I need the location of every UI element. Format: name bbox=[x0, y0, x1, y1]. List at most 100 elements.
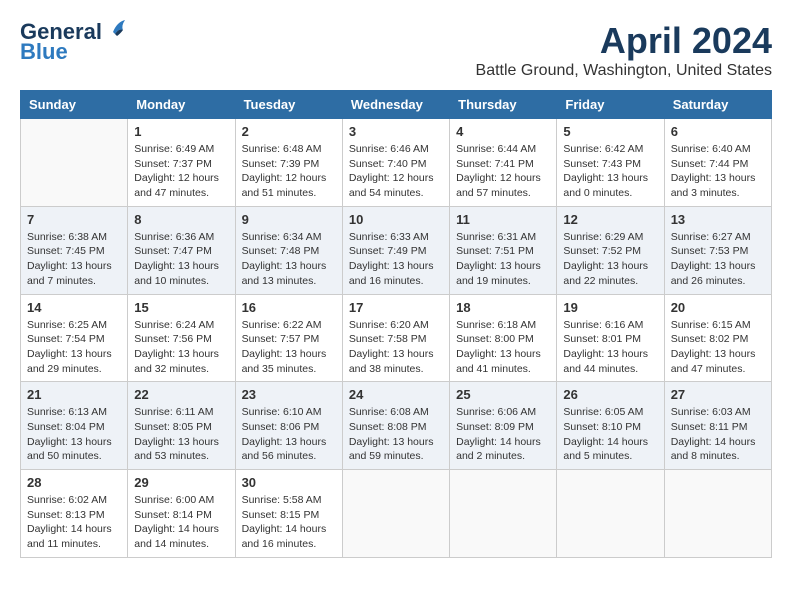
day-info: Sunrise: 6:11 AM Sunset: 8:05 PM Dayligh… bbox=[134, 405, 228, 464]
sunrise-label: Sunrise: 5:58 AM bbox=[242, 494, 322, 506]
daylight-label: Daylight: 13 hours and 59 minutes. bbox=[349, 436, 434, 463]
day-info: Sunrise: 6:08 AM Sunset: 8:08 PM Dayligh… bbox=[349, 405, 443, 464]
day-info: Sunrise: 6:22 AM Sunset: 7:57 PM Dayligh… bbox=[242, 318, 336, 377]
day-info: Sunrise: 6:02 AM Sunset: 8:13 PM Dayligh… bbox=[27, 493, 121, 552]
day-info: Sunrise: 6:49 AM Sunset: 7:37 PM Dayligh… bbox=[134, 142, 228, 201]
calendar-week-row: 21 Sunrise: 6:13 AM Sunset: 8:04 PM Dayl… bbox=[21, 382, 772, 470]
sunset-label: Sunset: 7:39 PM bbox=[242, 158, 320, 170]
day-number: 28 bbox=[27, 475, 121, 490]
sunrise-label: Sunrise: 6:44 AM bbox=[456, 143, 536, 155]
day-number: 25 bbox=[456, 387, 550, 402]
sunrise-label: Sunrise: 6:42 AM bbox=[563, 143, 643, 155]
table-row bbox=[21, 119, 128, 207]
header-tuesday: Tuesday bbox=[235, 91, 342, 119]
sunset-label: Sunset: 7:48 PM bbox=[242, 245, 320, 257]
day-info: Sunrise: 6:33 AM Sunset: 7:49 PM Dayligh… bbox=[349, 230, 443, 289]
day-number: 1 bbox=[134, 124, 228, 139]
day-number: 2 bbox=[242, 124, 336, 139]
table-row: 20 Sunrise: 6:15 AM Sunset: 8:02 PM Dayl… bbox=[664, 294, 771, 382]
day-info: Sunrise: 6:03 AM Sunset: 8:11 PM Dayligh… bbox=[671, 405, 765, 464]
day-number: 21 bbox=[27, 387, 121, 402]
day-number: 14 bbox=[27, 300, 121, 315]
sunrise-label: Sunrise: 6:29 AM bbox=[563, 231, 643, 243]
table-row: 25 Sunrise: 6:06 AM Sunset: 8:09 PM Dayl… bbox=[450, 382, 557, 470]
day-info: Sunrise: 6:24 AM Sunset: 7:56 PM Dayligh… bbox=[134, 318, 228, 377]
table-row: 27 Sunrise: 6:03 AM Sunset: 8:11 PM Dayl… bbox=[664, 382, 771, 470]
day-info: Sunrise: 6:10 AM Sunset: 8:06 PM Dayligh… bbox=[242, 405, 336, 464]
daylight-label: Daylight: 13 hours and 3 minutes. bbox=[671, 172, 756, 199]
day-number: 22 bbox=[134, 387, 228, 402]
day-info: Sunrise: 6:36 AM Sunset: 7:47 PM Dayligh… bbox=[134, 230, 228, 289]
table-row: 1 Sunrise: 6:49 AM Sunset: 7:37 PM Dayli… bbox=[128, 119, 235, 207]
sunset-label: Sunset: 8:09 PM bbox=[456, 421, 534, 433]
day-number: 29 bbox=[134, 475, 228, 490]
sunset-label: Sunset: 7:53 PM bbox=[671, 245, 749, 257]
day-info: Sunrise: 6:05 AM Sunset: 8:10 PM Dayligh… bbox=[563, 405, 657, 464]
sunrise-label: Sunrise: 6:48 AM bbox=[242, 143, 322, 155]
daylight-label: Daylight: 13 hours and 56 minutes. bbox=[242, 436, 327, 463]
sunset-label: Sunset: 7:52 PM bbox=[563, 245, 641, 257]
daylight-label: Daylight: 14 hours and 11 minutes. bbox=[27, 523, 112, 550]
day-info: Sunrise: 6:16 AM Sunset: 8:01 PM Dayligh… bbox=[563, 318, 657, 377]
table-row: 3 Sunrise: 6:46 AM Sunset: 7:40 PM Dayli… bbox=[342, 119, 449, 207]
table-row bbox=[664, 470, 771, 558]
day-info: Sunrise: 6:38 AM Sunset: 7:45 PM Dayligh… bbox=[27, 230, 121, 289]
table-row: 29 Sunrise: 6:00 AM Sunset: 8:14 PM Dayl… bbox=[128, 470, 235, 558]
daylight-label: Daylight: 13 hours and 7 minutes. bbox=[27, 260, 112, 287]
day-info: Sunrise: 6:00 AM Sunset: 8:14 PM Dayligh… bbox=[134, 493, 228, 552]
table-row: 17 Sunrise: 6:20 AM Sunset: 7:58 PM Dayl… bbox=[342, 294, 449, 382]
sunset-label: Sunset: 7:58 PM bbox=[349, 333, 427, 345]
sunrise-label: Sunrise: 6:46 AM bbox=[349, 143, 429, 155]
daylight-label: Daylight: 12 hours and 54 minutes. bbox=[349, 172, 434, 199]
day-number: 9 bbox=[242, 212, 336, 227]
day-number: 13 bbox=[671, 212, 765, 227]
sunset-label: Sunset: 7:57 PM bbox=[242, 333, 320, 345]
month-year-title: April 2024 bbox=[476, 20, 772, 62]
calendar-table: Sunday Monday Tuesday Wednesday Thursday… bbox=[20, 90, 772, 558]
day-info: Sunrise: 6:13 AM Sunset: 8:04 PM Dayligh… bbox=[27, 405, 121, 464]
sunset-label: Sunset: 8:00 PM bbox=[456, 333, 534, 345]
day-number: 26 bbox=[563, 387, 657, 402]
daylight-label: Daylight: 13 hours and 16 minutes. bbox=[349, 260, 434, 287]
sunrise-label: Sunrise: 6:27 AM bbox=[671, 231, 751, 243]
daylight-label: Daylight: 13 hours and 38 minutes. bbox=[349, 348, 434, 375]
table-row: 12 Sunrise: 6:29 AM Sunset: 7:52 PM Dayl… bbox=[557, 206, 664, 294]
location-subtitle: Battle Ground, Washington, United States bbox=[476, 62, 772, 80]
table-row: 28 Sunrise: 6:02 AM Sunset: 8:13 PM Dayl… bbox=[21, 470, 128, 558]
daylight-label: Daylight: 12 hours and 51 minutes. bbox=[242, 172, 327, 199]
daylight-label: Daylight: 14 hours and 14 minutes. bbox=[134, 523, 219, 550]
sunrise-label: Sunrise: 6:20 AM bbox=[349, 319, 429, 331]
header-saturday: Saturday bbox=[664, 91, 771, 119]
sunset-label: Sunset: 7:49 PM bbox=[349, 245, 427, 257]
day-info: Sunrise: 6:29 AM Sunset: 7:52 PM Dayligh… bbox=[563, 230, 657, 289]
daylight-label: Daylight: 13 hours and 35 minutes. bbox=[242, 348, 327, 375]
table-row: 5 Sunrise: 6:42 AM Sunset: 7:43 PM Dayli… bbox=[557, 119, 664, 207]
day-info: Sunrise: 6:44 AM Sunset: 7:41 PM Dayligh… bbox=[456, 142, 550, 201]
table-row: 14 Sunrise: 6:25 AM Sunset: 7:54 PM Dayl… bbox=[21, 294, 128, 382]
day-info: Sunrise: 6:42 AM Sunset: 7:43 PM Dayligh… bbox=[563, 142, 657, 201]
sunset-label: Sunset: 8:02 PM bbox=[671, 333, 749, 345]
day-number: 27 bbox=[671, 387, 765, 402]
table-row: 6 Sunrise: 6:40 AM Sunset: 7:44 PM Dayli… bbox=[664, 119, 771, 207]
table-row: 30 Sunrise: 5:58 AM Sunset: 8:15 PM Dayl… bbox=[235, 470, 342, 558]
day-number: 11 bbox=[456, 212, 550, 227]
sunset-label: Sunset: 8:08 PM bbox=[349, 421, 427, 433]
day-number: 4 bbox=[456, 124, 550, 139]
sunrise-label: Sunrise: 6:02 AM bbox=[27, 494, 107, 506]
sunset-label: Sunset: 8:10 PM bbox=[563, 421, 641, 433]
day-info: Sunrise: 6:34 AM Sunset: 7:48 PM Dayligh… bbox=[242, 230, 336, 289]
day-info: Sunrise: 6:40 AM Sunset: 7:44 PM Dayligh… bbox=[671, 142, 765, 201]
day-number: 30 bbox=[242, 475, 336, 490]
sunset-label: Sunset: 7:44 PM bbox=[671, 158, 749, 170]
sunset-label: Sunset: 7:51 PM bbox=[456, 245, 534, 257]
daylight-label: Daylight: 13 hours and 29 minutes. bbox=[27, 348, 112, 375]
sunrise-label: Sunrise: 6:06 AM bbox=[456, 406, 536, 418]
sunset-label: Sunset: 7:40 PM bbox=[349, 158, 427, 170]
daylight-label: Daylight: 14 hours and 2 minutes. bbox=[456, 436, 541, 463]
title-block: April 2024 Battle Ground, Washington, Un… bbox=[476, 20, 772, 80]
sunrise-label: Sunrise: 6:16 AM bbox=[563, 319, 643, 331]
day-info: Sunrise: 6:15 AM Sunset: 8:02 PM Dayligh… bbox=[671, 318, 765, 377]
day-number: 5 bbox=[563, 124, 657, 139]
calendar-header-row: Sunday Monday Tuesday Wednesday Thursday… bbox=[21, 91, 772, 119]
daylight-label: Daylight: 13 hours and 10 minutes. bbox=[134, 260, 219, 287]
